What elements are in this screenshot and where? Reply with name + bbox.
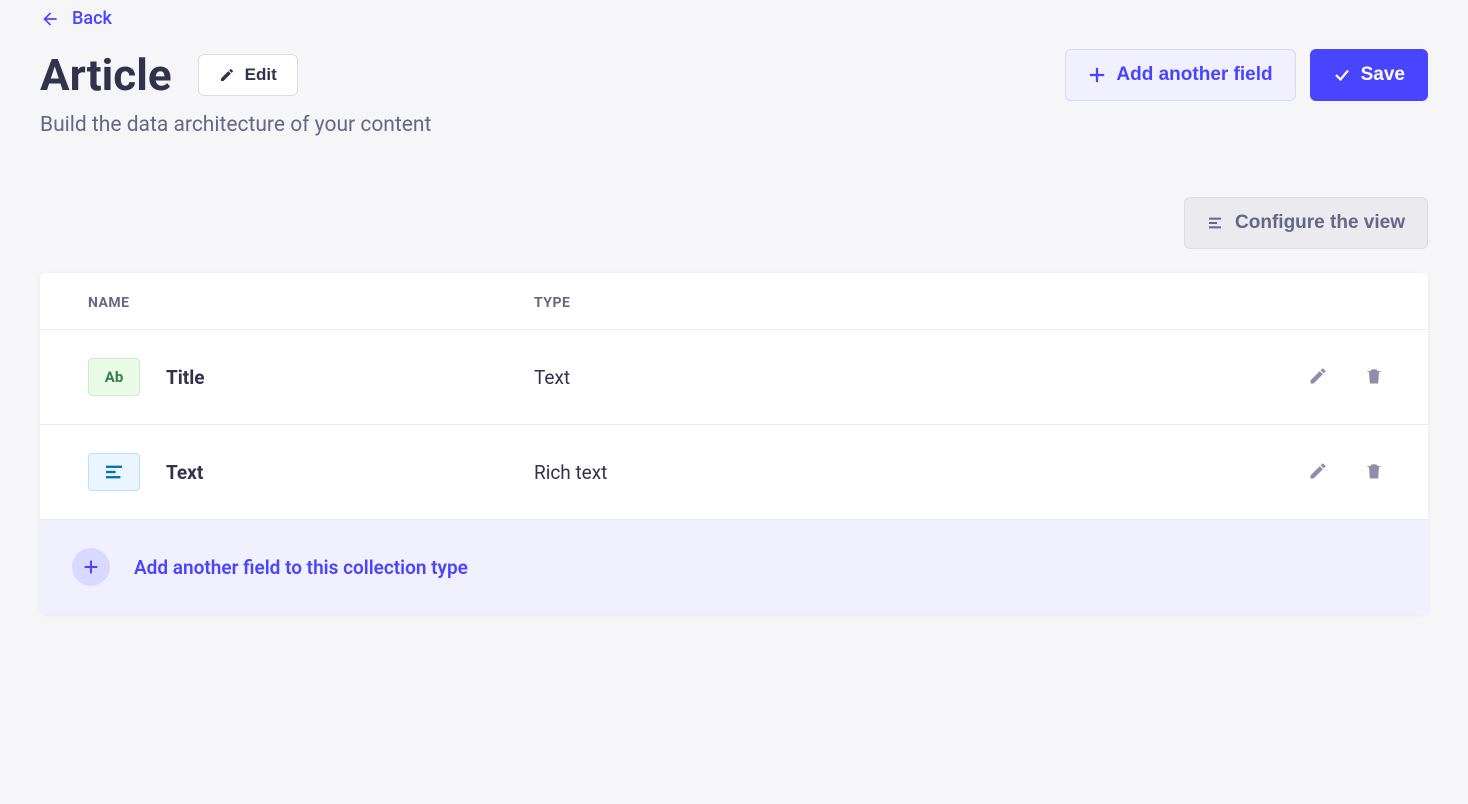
save-button[interactable]: Save	[1310, 49, 1428, 101]
edit-field-button[interactable]	[1304, 457, 1332, 488]
col-header-name: NAME	[88, 295, 534, 311]
back-link[interactable]: Back	[40, 8, 112, 29]
row-name-cell: Text	[88, 453, 534, 491]
delete-field-button[interactable]	[1360, 362, 1388, 393]
row-actions	[1304, 457, 1388, 488]
page-title: Article	[40, 49, 172, 101]
arrow-left-icon	[40, 9, 60, 29]
edit-label: Edit	[245, 65, 277, 85]
layout-icon	[1207, 215, 1223, 231]
back-label: Back	[72, 8, 112, 29]
table-row[interactable]: Ab Title Text	[40, 330, 1428, 425]
edit-button[interactable]: Edit	[198, 54, 298, 96]
table-row[interactable]: Text Rich text	[40, 425, 1428, 520]
pencil-icon	[1308, 461, 1328, 481]
trash-icon	[1364, 366, 1384, 386]
add-field-footer-label: Add another field to this collection typ…	[134, 556, 468, 579]
trash-icon	[1364, 461, 1384, 481]
row-actions	[1304, 362, 1388, 393]
save-label: Save	[1361, 64, 1405, 86]
configure-row: Configure the view	[40, 197, 1428, 249]
add-field-footer[interactable]: Add another field to this collection typ…	[40, 520, 1428, 614]
title-wrap: Article Edit	[40, 49, 298, 101]
configure-label: Configure the view	[1235, 212, 1405, 234]
header-row: Article Edit Add another field Save	[40, 49, 1428, 101]
pencil-icon	[1308, 366, 1328, 386]
richtext-type-icon	[88, 453, 140, 491]
header-actions: Add another field Save	[1065, 49, 1428, 101]
field-name: Text	[166, 461, 203, 484]
delete-field-button[interactable]	[1360, 457, 1388, 488]
field-type: Rich text	[534, 461, 1304, 484]
pencil-icon	[219, 67, 235, 83]
text-type-icon: Ab	[88, 358, 140, 396]
plus-icon	[1088, 66, 1106, 84]
field-name: Title	[166, 366, 205, 389]
fields-card: NAME TYPE Ab Title Text	[40, 273, 1428, 614]
field-type: Text	[534, 366, 1304, 389]
check-icon	[1333, 66, 1351, 84]
page-subtitle: Build the data architecture of your cont…	[40, 113, 1428, 137]
row-name-cell: Ab Title	[88, 358, 534, 396]
plus-circle-icon	[72, 548, 110, 586]
col-header-type: TYPE	[534, 295, 1388, 311]
configure-view-button[interactable]: Configure the view	[1184, 197, 1428, 249]
edit-field-button[interactable]	[1304, 362, 1332, 393]
add-field-button[interactable]: Add another field	[1065, 49, 1295, 101]
table-head: NAME TYPE	[40, 273, 1428, 330]
add-field-label: Add another field	[1116, 64, 1272, 86]
